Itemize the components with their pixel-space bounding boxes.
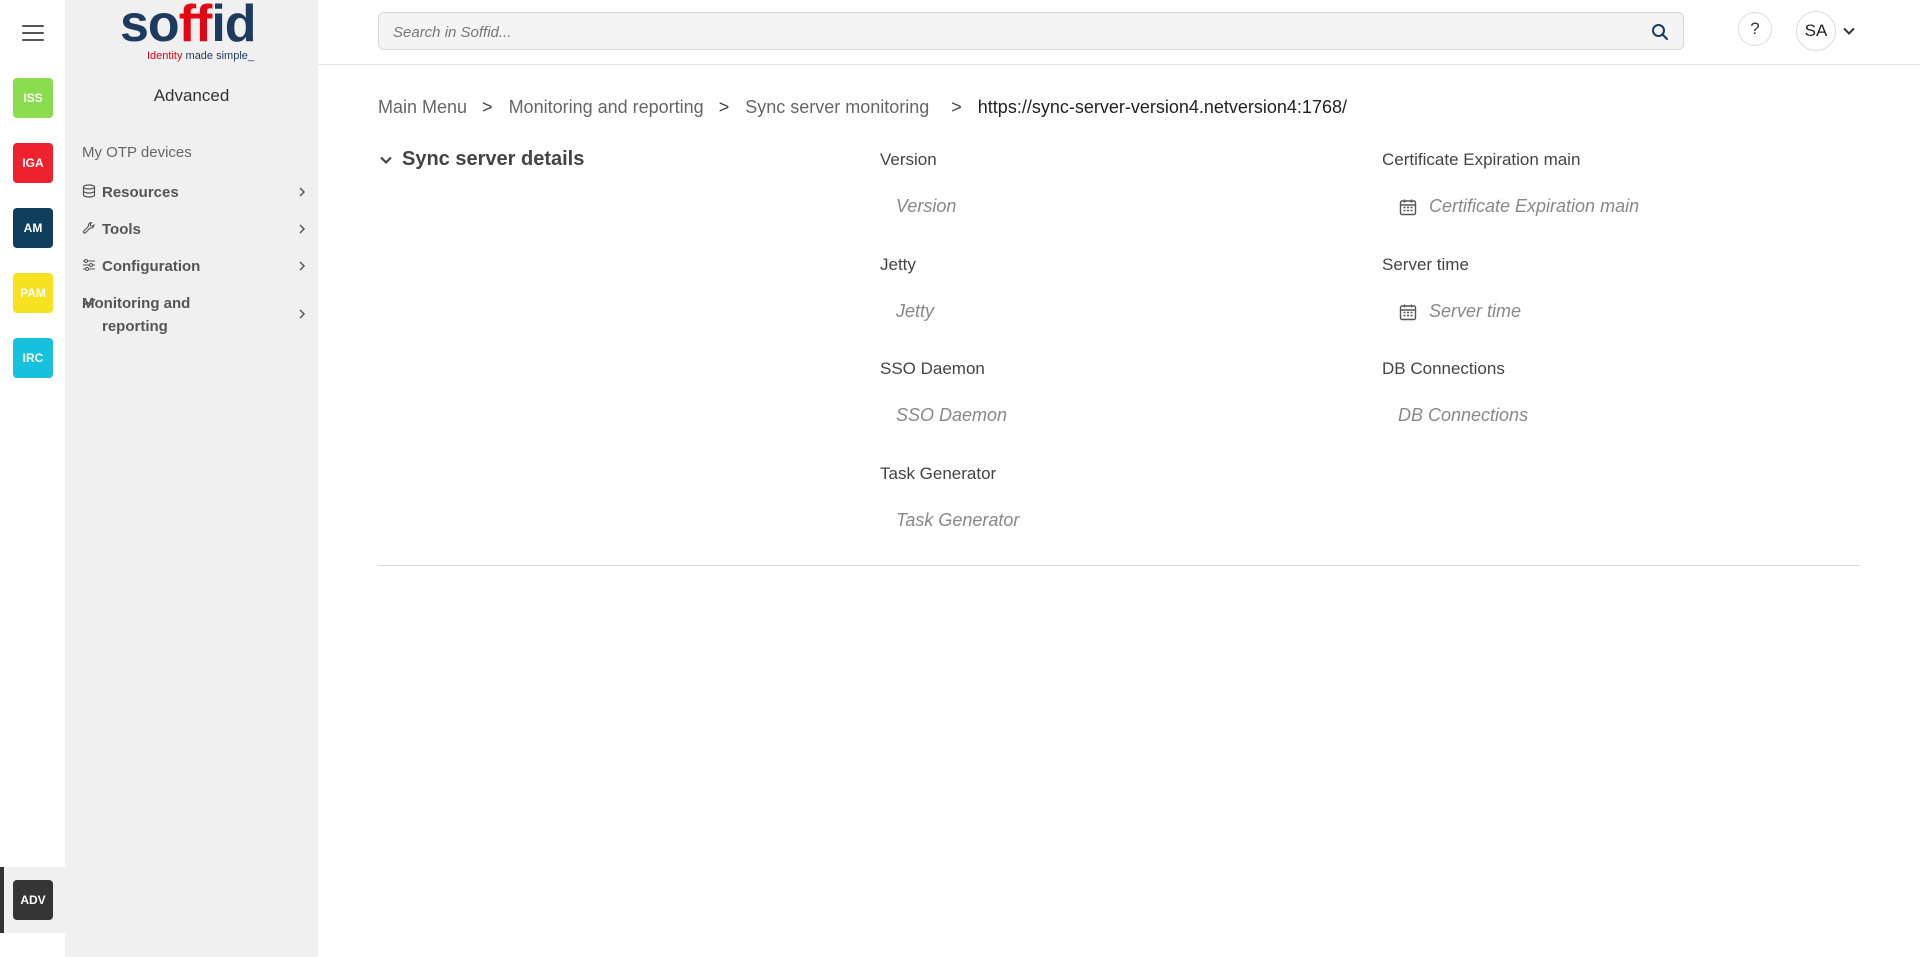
jetty-field[interactable]: Jetty bbox=[896, 301, 934, 322]
section-title: Sync server details bbox=[402, 148, 585, 170]
breadcrumb: Main Menu > Monitoring and reporting > S… bbox=[378, 97, 1347, 118]
app-tile-iga[interactable]: IGA bbox=[13, 143, 53, 183]
task-generator-field[interactable]: Task Generator bbox=[896, 510, 1019, 531]
chevron-down-icon bbox=[380, 156, 392, 164]
version-label: Version bbox=[880, 150, 937, 169]
logo-tagline: Identity made simple_ bbox=[147, 50, 254, 62]
app-tile-pam[interactable]: PAM bbox=[13, 273, 53, 313]
logo-tagline-part-b: made simple_ bbox=[182, 50, 255, 62]
sso-daemon-field[interactable]: SSO Daemon bbox=[896, 405, 1007, 426]
sidebar-item-label: Configuration bbox=[102, 258, 201, 275]
breadcrumb-main-menu[interactable]: Main Menu bbox=[378, 97, 467, 118]
section-divider bbox=[378, 565, 1860, 566]
sidebar-item-resources[interactable]: Resources bbox=[82, 181, 308, 204]
sidebar-item-my-otp-devices[interactable]: My OTP devices bbox=[82, 144, 192, 161]
jetty-label: Jetty bbox=[880, 255, 916, 274]
rail-active-indicator bbox=[0, 867, 4, 933]
sync-server-details-toggle[interactable]: Sync server details bbox=[378, 148, 584, 171]
server-time-label: Server time bbox=[1382, 255, 1469, 274]
top-bar: ? SA bbox=[318, 0, 1920, 65]
breadcrumb-separator: > bbox=[951, 97, 962, 117]
chevron-right-icon bbox=[299, 187, 306, 197]
sidebar: soffid Identity made simple_ Advanced My… bbox=[65, 0, 318, 957]
db-connections-label: DB Connections bbox=[1382, 359, 1505, 378]
sidebar-item-label: Resources bbox=[102, 184, 179, 201]
soffid-logo[interactable]: soffid Identity made simple_ bbox=[120, 0, 260, 66]
chevron-right-icon bbox=[299, 261, 306, 271]
certificate-expiration-field[interactable]: Certificate Expiration main bbox=[1399, 196, 1639, 217]
search-box bbox=[378, 12, 1684, 51]
search-input[interactable] bbox=[391, 13, 1635, 51]
server-time-placeholder: Server time bbox=[1429, 301, 1522, 321]
sidebar-item-monitoring-and-reporting[interactable]: Monitoring and reporting bbox=[82, 292, 308, 338]
chevron-right-icon bbox=[299, 309, 306, 319]
server-time-field[interactable]: Server time bbox=[1399, 301, 1521, 322]
certificate-expiration-label: Certificate Expiration main bbox=[1382, 150, 1581, 169]
database-icon bbox=[82, 184, 96, 198]
app-tile-iss[interactable]: ISS bbox=[13, 78, 53, 118]
breadcrumb-separator: > bbox=[718, 97, 730, 117]
task-generator-label: Task Generator bbox=[880, 464, 997, 483]
sidebar-section-title: Advanced bbox=[153, 86, 230, 105]
sso-daemon-label: SSO Daemon bbox=[880, 359, 985, 378]
logo-tagline-part-a: Identity bbox=[147, 50, 183, 62]
app-tile-adv[interactable]: ADV bbox=[13, 880, 53, 920]
chevron-down-icon[interactable] bbox=[1842, 24, 1856, 38]
user-avatar[interactable]: SA bbox=[1796, 11, 1836, 51]
search-icon[interactable] bbox=[1651, 23, 1669, 41]
chevron-right-icon bbox=[299, 224, 306, 234]
sidebar-item-tools[interactable]: Tools bbox=[82, 218, 308, 241]
breadcrumb-current: https://sync-server-version4.netversion4… bbox=[977, 97, 1347, 117]
wrench-icon bbox=[82, 221, 95, 234]
logo-wordmark: soffid bbox=[120, 0, 257, 53]
calendar-icon[interactable] bbox=[1399, 303, 1417, 321]
sidebar-item-label: Monitoring and reporting bbox=[82, 295, 191, 335]
calendar-icon[interactable] bbox=[1399, 198, 1417, 216]
version-field[interactable]: Version bbox=[896, 196, 956, 217]
help-button[interactable]: ? bbox=[1738, 12, 1772, 46]
sliders-icon bbox=[83, 259, 95, 271]
breadcrumb-sync-server-monitoring[interactable]: Sync server monitoring bbox=[745, 97, 929, 118]
certificate-expiration-placeholder: Certificate Expiration main bbox=[1429, 196, 1640, 216]
db-connections-field[interactable]: DB Connections bbox=[1398, 405, 1528, 426]
app-rail: ISS IGA AM PAM IRC ADV bbox=[0, 0, 65, 957]
hamburger-menu-icon[interactable] bbox=[22, 25, 44, 43]
breadcrumb-separator: > bbox=[482, 97, 493, 117]
breadcrumb-monitoring-and-reporting[interactable]: Monitoring and reporting bbox=[509, 97, 704, 118]
sidebar-item-configuration[interactable]: Configuration bbox=[82, 255, 308, 278]
sidebar-item-label: Tools bbox=[102, 221, 141, 238]
app-tile-am[interactable]: AM bbox=[13, 208, 53, 248]
app-tile-irc[interactable]: IRC bbox=[13, 338, 53, 378]
